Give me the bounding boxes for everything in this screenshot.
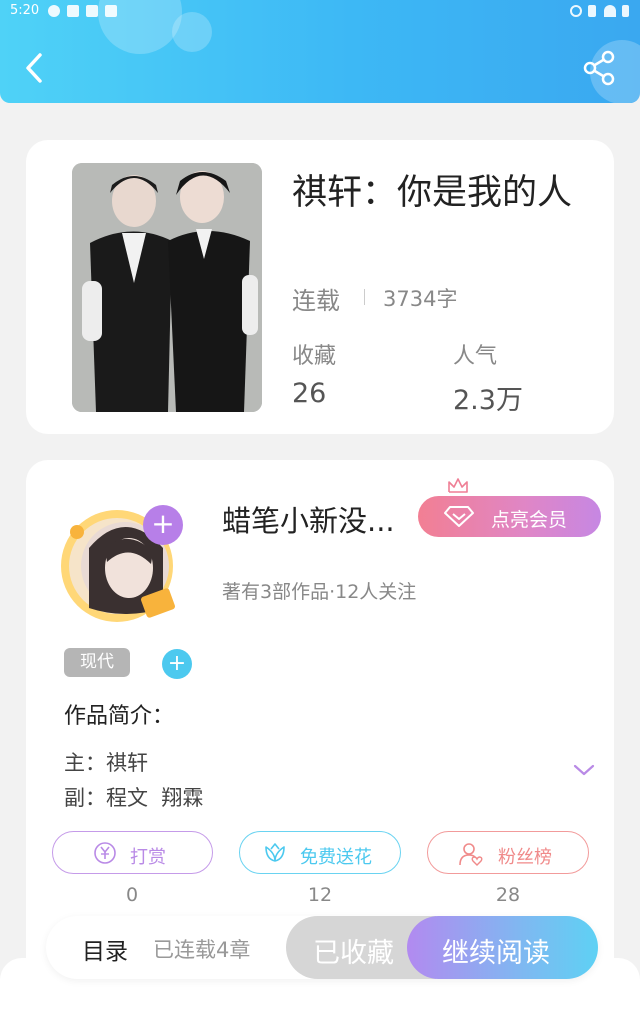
author-name[interactable]: 蜡笔小新没... <box>222 498 395 540</box>
chevron-down-icon[interactable] <box>572 762 596 778</box>
tip-button-label: 打赏 <box>130 847 166 868</box>
vibrate-icon <box>588 5 596 17</box>
add-tag-button[interactable]: + <box>162 649 192 679</box>
fan-count: 28 <box>495 884 521 906</box>
book-status: 连载 <box>292 287 340 315</box>
wechat-icon <box>48 5 60 17</box>
intro-line: 主：祺轩 <box>64 751 148 775</box>
table-of-contents-button[interactable]: 目录 <box>82 932 128 966</box>
book-cover-image[interactable] <box>72 163 262 412</box>
diamond-icon <box>444 506 474 527</box>
wifi-icon <box>604 5 616 17</box>
alarm-icon <box>570 5 582 17</box>
word-count: 3734字 <box>383 287 458 311</box>
send-flower-label: 免费送花 <box>300 847 372 868</box>
tip-count: 0 <box>125 884 139 906</box>
app-icon <box>67 5 79 17</box>
user-heart-icon <box>459 843 483 866</box>
popularity-label: 人气 <box>453 344 498 369</box>
app-icon <box>86 5 98 17</box>
app-icon <box>105 5 117 17</box>
share-button[interactable] <box>578 48 622 88</box>
back-arrow-icon <box>26 53 42 83</box>
status-time: 5:20 <box>10 3 40 18</box>
author-stats: 著有3部作品·12人关注 <box>222 581 417 603</box>
continue-reading-label: 继续阅读 <box>442 938 550 969</box>
follow-author-button[interactable]: + <box>143 505 183 545</box>
favorites-value: 26 <box>292 378 327 409</box>
favorites-label: 收藏 <box>292 344 337 369</box>
yen-coin-icon <box>94 842 116 864</box>
top-header: 5:20 <box>0 0 640 103</box>
popularity-value: 2.3万 <box>453 385 523 416</box>
back-button[interactable] <box>18 48 52 88</box>
intro-line: 副：程文 翔霖 <box>64 786 204 810</box>
cover-illustration <box>72 163 262 412</box>
battery-icon <box>622 5 629 17</box>
divider <box>364 289 365 305</box>
flower-icon <box>265 843 285 862</box>
chapter-count: 已连载4章 <box>153 938 251 962</box>
vip-button-label: 点亮会员 <box>491 509 568 531</box>
activate-vip-button[interactable]: 点亮会员 <box>418 496 601 537</box>
flower-count: 12 <box>307 884 333 906</box>
continue-reading-button[interactable]: 继续阅读 <box>407 916 598 979</box>
intro-heading: 作品简介： <box>64 704 175 729</box>
fan-ranking-label: 粉丝榜 <box>498 847 552 868</box>
tip-button[interactable]: 打赏 <box>52 831 213 874</box>
share-icon <box>583 50 615 86</box>
favorited-button-label: 已收藏 <box>313 938 394 969</box>
crown-icon <box>448 478 468 493</box>
book-title: 祺轩：你是我的人 <box>292 173 573 213</box>
status-bar: 5:20 <box>0 0 640 22</box>
send-flower-button[interactable]: 免费送花 <box>239 831 401 874</box>
genre-tag[interactable]: 现代 <box>64 648 130 677</box>
fan-ranking-button[interactable]: 粉丝榜 <box>427 831 589 874</box>
